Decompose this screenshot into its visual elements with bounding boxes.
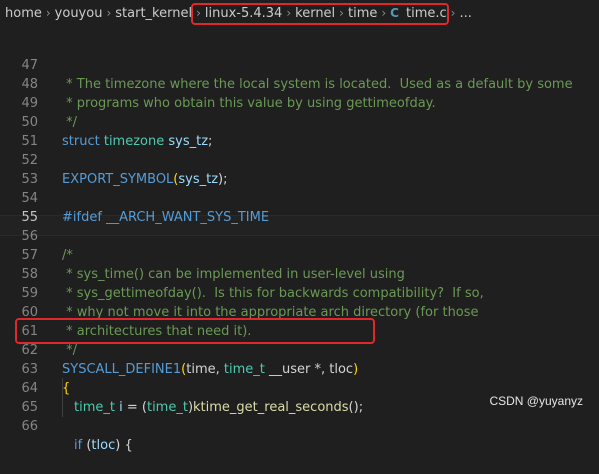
code-line: 49 */ [0,75,599,130]
line-number: 66 [21,419,38,434]
code-line: 52 EXPORT_SYMBOL(sys_tz); [0,132,599,187]
code-line: 55 [0,189,599,225]
code-line: 59 * why not move it into the appropriat… [0,265,599,320]
code-line: 54 #ifdef __ARCH_WANT_SYS_TIME [0,170,599,225]
syscall-highlight-box [15,318,375,344]
variable-token: tloc [91,438,116,453]
code-line: 51 [0,113,599,149]
code-line: 50 struct timezone sys_tz; [0,94,599,149]
code-line: 58 * sys_gettimeofday(). Is this for bac… [0,246,599,301]
code-line: 47 * The timezone where the local system… [0,37,599,92]
code-line: 64 time_t i = (time_t)ktime_get_real_sec… [0,360,599,415]
watermark: CSDN @yuyanyz [489,394,583,408]
code-line: 48 * programs who obtain this value by u… [0,56,599,111]
code-line: 57 * sys_time() can be implemented in us… [0,227,599,282]
code-token: ) { [115,438,133,453]
code-token: ( [82,438,92,453]
code-line: 56 /* [0,208,599,263]
code-line: 53 [0,151,599,187]
code-editor[interactable]: 47 * The timezone where the local system… [0,18,599,453]
code-line: 60 * architectures that need it). [0,284,599,339]
keyword-token: if [74,438,83,453]
